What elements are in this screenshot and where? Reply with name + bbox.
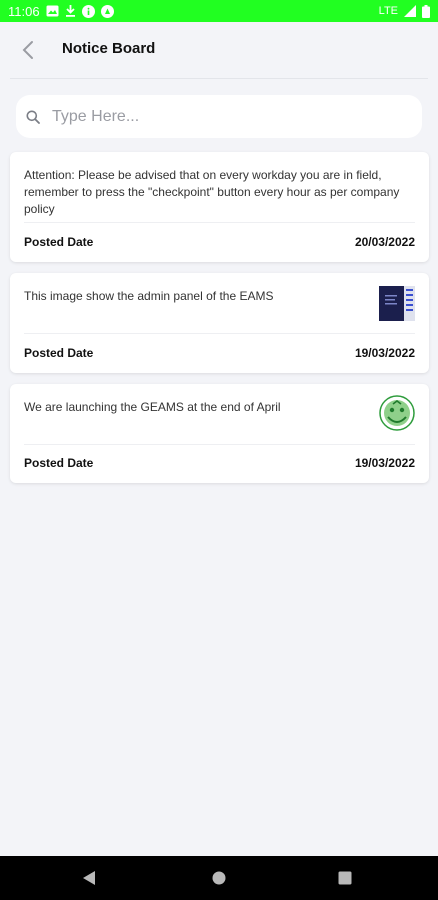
notice-text: We are launching the GEAMS at the end of…	[24, 400, 281, 414]
signal-icon	[404, 5, 416, 17]
card-divider	[24, 333, 415, 334]
home-circle-icon	[212, 871, 226, 885]
nav-back-button[interactable]	[82, 870, 96, 891]
chevron-left-icon	[22, 41, 33, 59]
system-nav-bar	[0, 856, 438, 900]
notice-card[interactable]: We are launching the GEAMS at the end of…	[10, 384, 429, 483]
card-divider	[24, 444, 415, 445]
page-title: Notice Board	[62, 40, 156, 57]
posted-date-value: 19/03/2022	[354, 346, 415, 360]
info-icon	[81, 4, 95, 18]
status-left: 11:06	[8, 4, 114, 19]
posted-date-label: Posted Date	[24, 235, 94, 249]
posted-date-label: Posted Date	[24, 456, 94, 470]
app-header: Notice Board	[0, 22, 438, 78]
download-icon	[65, 5, 76, 17]
search-box[interactable]	[16, 95, 422, 138]
nav-recents-button[interactable]	[338, 871, 352, 890]
notice-thumbnail-image[interactable]	[379, 285, 415, 321]
posted-date-label: Posted Date	[24, 346, 94, 360]
status-right: LTE	[378, 4, 430, 18]
search-input[interactable]	[50, 106, 394, 127]
status-time: 11:06	[8, 3, 40, 19]
header-divider	[10, 78, 428, 79]
battery-icon	[422, 4, 430, 18]
posted-date-value: 20/03/2022	[354, 235, 415, 249]
notice-thumbnail-logo[interactable]	[379, 395, 415, 431]
back-button[interactable]	[16, 38, 40, 62]
back-triangle-icon	[83, 871, 95, 885]
vpn-icon	[100, 4, 114, 18]
notice-card[interactable]: Attention: Please be advised that on eve…	[10, 152, 429, 262]
notice-text: This image show the admin panel of the E…	[24, 289, 274, 303]
recents-square-icon	[338, 871, 352, 885]
notice-card[interactable]: This image show the admin panel of the E…	[10, 273, 429, 373]
posted-date-value: 19/03/2022	[354, 456, 415, 470]
card-divider	[24, 222, 415, 223]
search-icon	[26, 110, 40, 124]
image-icon	[46, 5, 59, 17]
notice-text: Attention: Please be advised that on eve…	[24, 168, 400, 216]
status-bar: 11:06 LTE	[0, 0, 438, 22]
nav-home-button[interactable]	[212, 871, 226, 890]
network-type: LTE	[378, 5, 398, 17]
